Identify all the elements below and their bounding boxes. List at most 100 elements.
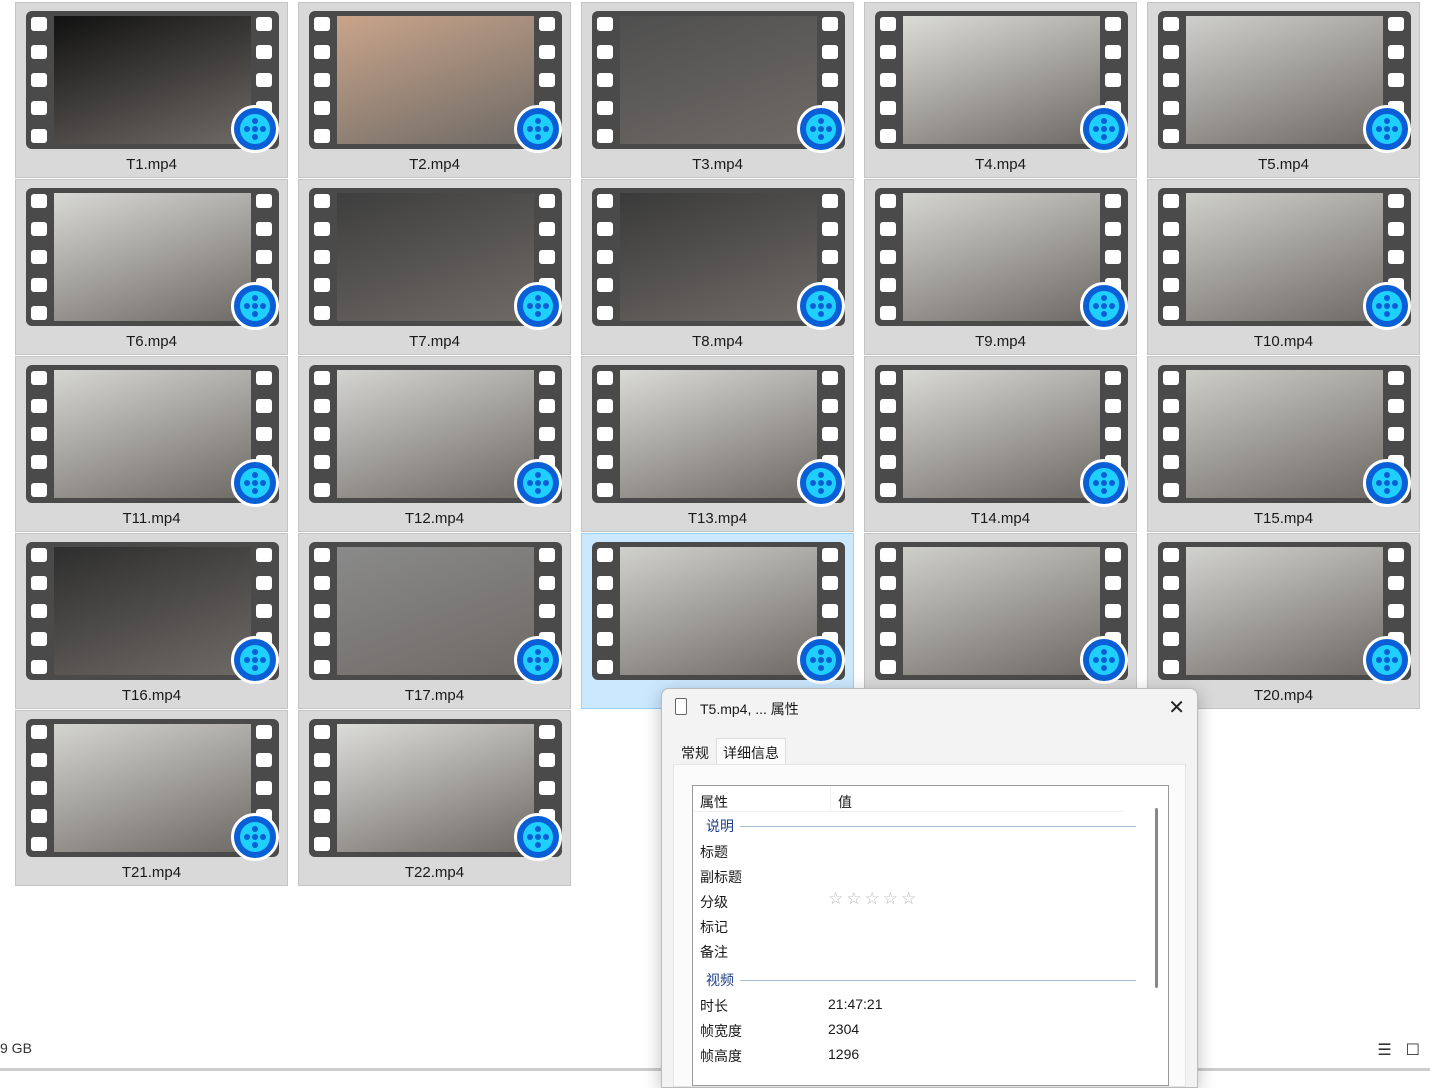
file-name: T11.mp4 xyxy=(122,510,181,527)
frame-width-value: 2304 xyxy=(828,1021,860,1037)
file-item[interactable]: T11.mp4 xyxy=(15,356,288,532)
video-player-icon xyxy=(514,282,562,330)
thumbnail-frame xyxy=(1186,547,1383,675)
row-label: 分级 xyxy=(700,894,728,910)
film-strip-icon xyxy=(597,17,615,143)
row-label: 标记 xyxy=(700,919,728,935)
video-player-icon xyxy=(231,105,279,153)
file-item[interactable]: T6.mp4 xyxy=(15,179,288,355)
thumbnail-frame xyxy=(337,16,534,144)
film-strip-icon xyxy=(314,17,332,143)
section-description: 说明 xyxy=(706,816,1136,836)
file-item[interactable]: T8.mp4 xyxy=(581,179,854,355)
row-duration[interactable]: 时长 21:47:21 xyxy=(700,996,883,1016)
video-player-icon xyxy=(1080,105,1128,153)
film-strip-icon xyxy=(880,548,898,674)
film-strip-icon xyxy=(880,371,898,497)
file-item[interactable]: T17.mp4 xyxy=(298,533,571,709)
file-name: T16.mp4 xyxy=(121,687,182,704)
file-item[interactable]: T3.mp4 xyxy=(581,2,854,178)
thumbnail-view-icon[interactable]: ☐ xyxy=(1406,1040,1420,1060)
video-player-icon xyxy=(514,459,562,507)
properties-dialog: T5.mp4, ... 属性 ✕ 常规 详细信息 属性 值 说明 标题 副标题 … xyxy=(661,688,1198,1088)
section-label: 视频 xyxy=(706,972,734,988)
file-item[interactable] xyxy=(864,533,1137,709)
row-tags[interactable]: 标记 xyxy=(700,917,728,937)
thumbnail-frame xyxy=(620,16,817,144)
file-item[interactable]: T2.mp4 xyxy=(298,2,571,178)
video-player-icon xyxy=(1363,282,1411,330)
video-player-icon xyxy=(1080,282,1128,330)
row-subtitle[interactable]: 副标题 xyxy=(700,867,742,887)
file-item[interactable]: T7.mp4 xyxy=(298,179,571,355)
film-strip-icon xyxy=(31,548,49,674)
rating-stars[interactable]: ☆☆☆☆☆ xyxy=(828,889,919,909)
thumbnail-frame xyxy=(903,193,1100,321)
file-item[interactable]: T22.mp4 xyxy=(298,710,571,886)
file-item[interactable]: T1.mp4 xyxy=(15,2,288,178)
thumbnail-frame xyxy=(903,16,1100,144)
section-video: 视频 xyxy=(706,970,1136,990)
file-item[interactable] xyxy=(581,533,854,709)
file-item[interactable]: T12.mp4 xyxy=(298,356,571,532)
file-item[interactable]: T9.mp4 xyxy=(864,179,1137,355)
thumbnail-frame xyxy=(903,547,1100,675)
file-item[interactable]: T10.mp4 xyxy=(1147,179,1420,355)
vertical-scrollbar[interactable] xyxy=(1155,808,1158,988)
file-name: T12.mp4 xyxy=(404,510,465,527)
column-property[interactable]: 属性 xyxy=(700,792,728,812)
film-strip-icon xyxy=(880,17,898,143)
row-frame-height[interactable]: 帧高度 1296 xyxy=(700,1046,859,1066)
thumbnail-frame xyxy=(337,724,534,852)
file-name: T9.mp4 xyxy=(975,333,1026,350)
film-strip-icon xyxy=(31,725,49,851)
row-label: 标题 xyxy=(700,844,728,860)
video-player-icon xyxy=(1363,105,1411,153)
row-label: 备注 xyxy=(700,944,728,960)
column-value[interactable]: 值 xyxy=(830,786,1133,812)
row-label: 时长 xyxy=(700,998,728,1014)
file-item[interactable]: T13.mp4 xyxy=(581,356,854,532)
file-name: T6.mp4 xyxy=(126,333,177,350)
file-name: T1.mp4 xyxy=(126,156,177,173)
file-name: T3.mp4 xyxy=(692,156,743,173)
row-comments[interactable]: 备注 xyxy=(700,942,728,962)
file-name: T4.mp4 xyxy=(975,156,1026,173)
video-player-icon xyxy=(231,282,279,330)
film-strip-icon xyxy=(31,371,49,497)
film-strip-icon xyxy=(597,548,615,674)
row-title[interactable]: 标题 xyxy=(700,842,728,862)
video-player-icon xyxy=(231,459,279,507)
thumbnail-frame xyxy=(1186,193,1383,321)
video-player-icon xyxy=(797,636,845,684)
file-name: T14.mp4 xyxy=(970,510,1031,527)
video-player-icon xyxy=(514,636,562,684)
thumbnail-frame xyxy=(1186,370,1383,498)
file-name: T21.mp4 xyxy=(121,864,182,881)
file-item[interactable]: T16.mp4 xyxy=(15,533,288,709)
thumbnail-frame xyxy=(54,724,251,852)
file-item[interactable]: T4.mp4 xyxy=(864,2,1137,178)
file-icon xyxy=(675,698,687,715)
file-item[interactable]: T14.mp4 xyxy=(864,356,1137,532)
video-player-icon xyxy=(231,636,279,684)
thumbnail-frame xyxy=(620,370,817,498)
file-name: T22.mp4 xyxy=(404,864,465,881)
thumbnail-frame xyxy=(54,547,251,675)
file-item[interactable]: T20.mp4 xyxy=(1147,533,1420,709)
file-item[interactable]: T21.mp4 xyxy=(15,710,288,886)
film-strip-icon xyxy=(31,17,49,143)
thumbnail-frame xyxy=(54,16,251,144)
file-item[interactable]: T5.mp4 xyxy=(1147,2,1420,178)
row-frame-width[interactable]: 帧宽度 2304 xyxy=(700,1021,859,1041)
thumbnail-frame xyxy=(54,193,251,321)
thumbnail-frame xyxy=(1186,16,1383,144)
video-player-icon xyxy=(1363,636,1411,684)
row-rating[interactable]: 分级 ☆☆☆☆☆ xyxy=(700,889,916,912)
film-strip-icon xyxy=(1163,17,1181,143)
close-button[interactable]: ✕ xyxy=(1168,695,1185,720)
details-view-icon[interactable]: ☰ xyxy=(1377,1040,1391,1060)
file-item[interactable]: T15.mp4 xyxy=(1147,356,1420,532)
duration-value: 21:47:21 xyxy=(828,996,883,1012)
thumbnail-frame xyxy=(903,370,1100,498)
